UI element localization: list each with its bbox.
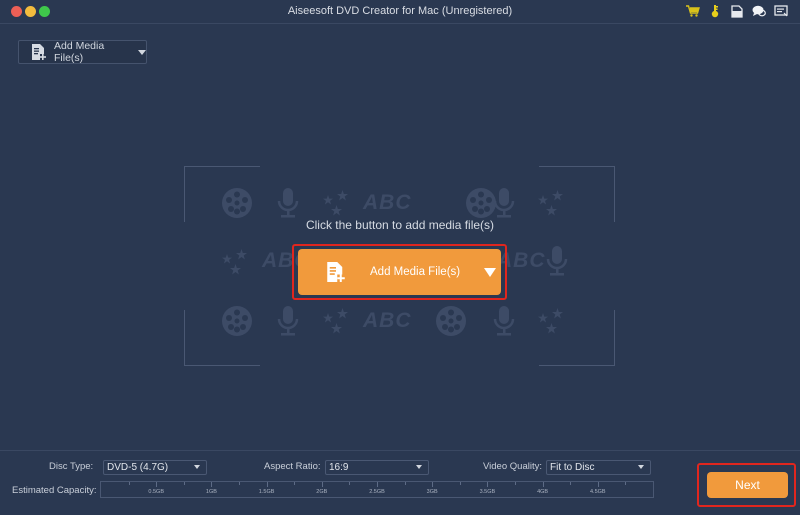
capacity-tick bbox=[432, 482, 434, 487]
video-quality-label: Video Quality: bbox=[483, 461, 542, 472]
capacity-tick bbox=[542, 482, 544, 487]
aspect-ratio-label: Aspect Ratio: bbox=[264, 461, 321, 472]
add-media-label: Add Media File(s) bbox=[54, 40, 105, 64]
capacity-tick bbox=[321, 482, 323, 487]
title-bar: Aiseesoft DVD Creator for Mac (Unregiste… bbox=[0, 0, 800, 24]
capacity-tick-label: 1GB bbox=[205, 489, 217, 495]
add-media-hint: Click the button to add media file(s) bbox=[305, 218, 495, 232]
chevron-down-icon[interactable] bbox=[484, 267, 497, 277]
film-reel-icon bbox=[435, 305, 467, 342]
capacity-tick-label: 4.5GB bbox=[590, 489, 606, 495]
capacity-tick bbox=[597, 482, 599, 487]
capacity-tick bbox=[294, 482, 296, 485]
capacity-tick bbox=[183, 482, 185, 485]
capacity-tick bbox=[459, 482, 461, 485]
chevron-down-icon[interactable] bbox=[138, 49, 146, 55]
video-quality-select[interactable]: Fit to Disc bbox=[546, 460, 651, 475]
capacity-tick-label: 3GB bbox=[426, 489, 438, 495]
video-quality-value: Fit to Disc bbox=[550, 462, 595, 473]
chevron-down-icon bbox=[194, 465, 200, 469]
capacity-tick-label: 2GB bbox=[316, 489, 328, 495]
aspect-ratio-select[interactable]: 16:9 bbox=[325, 460, 429, 475]
capacity-tick bbox=[128, 482, 130, 485]
menu-icon[interactable] bbox=[774, 4, 788, 18]
add-file-icon bbox=[326, 260, 346, 284]
capacity-tick bbox=[156, 482, 158, 487]
cart-icon[interactable] bbox=[686, 4, 700, 18]
microphone-icon bbox=[545, 245, 569, 282]
abc-decor-text: ABC bbox=[363, 309, 412, 332]
add-file-icon bbox=[31, 43, 47, 61]
microphone-icon bbox=[276, 305, 300, 342]
capacity-tick bbox=[211, 482, 213, 487]
chevron-down-icon bbox=[638, 465, 644, 469]
capacity-tick-label: 4GB bbox=[537, 489, 549, 495]
stars-icon bbox=[220, 248, 252, 285]
capacity-tick bbox=[266, 482, 268, 487]
capacity-tick bbox=[570, 482, 572, 485]
film-reel-icon bbox=[221, 305, 253, 342]
capacity-bar: 0.5GB 1GB 1.5GB 2GB 2.5GB 3GB 3.5GB 4GB 4.5GB bbox=[100, 481, 654, 498]
stars-icon bbox=[321, 307, 353, 344]
chevron-down-icon bbox=[416, 465, 422, 469]
stars-icon bbox=[536, 307, 568, 344]
chat-icon[interactable] bbox=[752, 4, 766, 18]
key-icon[interactable] bbox=[708, 4, 722, 18]
add-media-button-main[interactable]: Add Media File(s) bbox=[298, 249, 501, 295]
estimated-capacity-label: Estimated Capacity: bbox=[12, 485, 97, 496]
capacity-tick-label: 1.5GB bbox=[258, 489, 275, 495]
capacity-tick bbox=[515, 482, 516, 485]
next-button[interactable]: Next bbox=[707, 472, 788, 498]
disc-type-value: DVD-5 (4.7G) bbox=[107, 462, 169, 473]
add-media-label: Add Media File(s) bbox=[370, 266, 461, 278]
capacity-tick bbox=[625, 482, 627, 485]
capacity-tick-label: 0.5GB bbox=[148, 489, 164, 495]
window-title: Aiseesoft DVD Creator for Mac (Unregiste… bbox=[287, 5, 513, 17]
file-icon[interactable] bbox=[730, 4, 744, 18]
capacity-tick-label: 3.5GB bbox=[479, 489, 496, 495]
disc-type-label: Disc Type: bbox=[49, 461, 94, 472]
capacity-tick bbox=[487, 482, 489, 487]
capacity-tick bbox=[349, 482, 351, 485]
aspect-ratio-value: 16:9 bbox=[329, 462, 349, 473]
capacity-tick bbox=[239, 482, 240, 485]
add-media-button-toolbar[interactable]: Add Media File(s) bbox=[18, 40, 147, 64]
capacity-tick bbox=[404, 482, 406, 485]
microphone-icon bbox=[492, 305, 516, 342]
disc-type-select[interactable]: DVD-5 (4.7G) bbox=[103, 460, 207, 475]
capacity-tick bbox=[377, 482, 378, 487]
capacity-tick-label: 2.5GB bbox=[369, 489, 385, 495]
abc-decor-text: ABC bbox=[363, 191, 412, 214]
